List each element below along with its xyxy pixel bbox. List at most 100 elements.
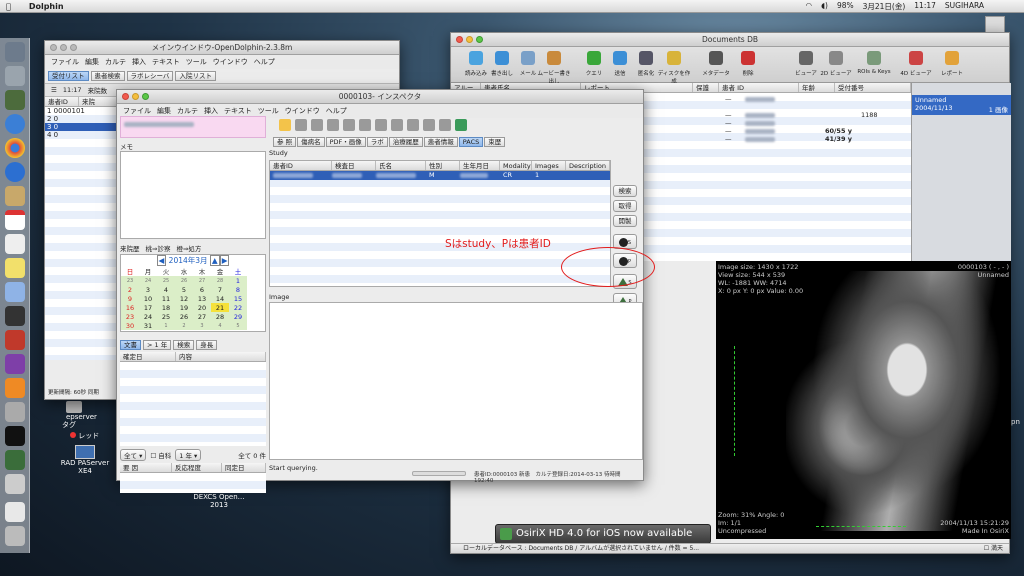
today-button[interactable]: ▲ bbox=[209, 255, 220, 266]
date-label[interactable]: 3月21日(金) bbox=[863, 1, 906, 12]
toolbar-11[interactable]: 2D ビューア bbox=[817, 49, 855, 77]
calendar-day[interactable]: 24 bbox=[139, 276, 157, 285]
calendar-icon[interactable] bbox=[5, 210, 25, 230]
menu-item[interactable]: ファイル bbox=[51, 57, 79, 67]
inspector-tab-5[interactable]: 患者情報 bbox=[423, 137, 458, 147]
terminal-icon[interactable] bbox=[5, 426, 25, 446]
inspector-tab-0[interactable]: 参 照 bbox=[273, 137, 297, 147]
launchpad-icon[interactable] bbox=[5, 66, 25, 86]
toolbar-3[interactable]: ムービー書き出し bbox=[535, 49, 573, 85]
chart-icon[interactable] bbox=[455, 119, 467, 131]
doc-tab-1[interactable]: > 1 年 bbox=[143, 340, 172, 350]
chrome-icon[interactable] bbox=[5, 138, 25, 158]
table-row[interactable]: M CR 1 bbox=[270, 171, 610, 180]
menu-item[interactable]: テキスト bbox=[224, 106, 252, 116]
contacts-icon[interactable] bbox=[5, 186, 25, 206]
print-icon[interactable] bbox=[327, 119, 339, 131]
menu-item[interactable]: ツール bbox=[186, 57, 207, 67]
inspector-tab-1[interactable]: 傷病名 bbox=[297, 137, 325, 147]
tab-main-0[interactable]: 受付リスト bbox=[48, 71, 89, 81]
menu-item[interactable]: テキスト bbox=[152, 57, 180, 67]
menu-item[interactable]: ヘルプ bbox=[326, 106, 347, 116]
calendar-day[interactable]: 5 bbox=[175, 285, 193, 294]
column-header[interactable]: 保護 bbox=[693, 83, 719, 92]
calendar-day[interactable]: 1 bbox=[229, 276, 247, 285]
calendar-day[interactable]: 13 bbox=[193, 294, 211, 303]
calendar-day[interactable]: 15 bbox=[229, 294, 247, 303]
xray-viewer[interactable]: Image size: 1430 x 1722 View size: 544 x … bbox=[716, 261, 1011, 539]
open-icon[interactable] bbox=[295, 119, 307, 131]
itunes-icon[interactable] bbox=[5, 354, 25, 374]
patient-list-icon[interactable]: ☰ bbox=[51, 86, 57, 94]
column-header[interactable]: Modality bbox=[500, 161, 532, 170]
calendar-day[interactable]: 12 bbox=[175, 294, 193, 303]
app-icon[interactable] bbox=[5, 306, 25, 326]
new-document-icon[interactable] bbox=[279, 119, 291, 131]
selected-series[interactable]: Unnamed 2004/11/13 1 画像 bbox=[912, 95, 1011, 115]
calendar-day[interactable]: 24 bbox=[139, 312, 157, 321]
calendar-day[interactable]: 6 bbox=[193, 285, 211, 294]
retrieve-button[interactable]: 取得 bbox=[613, 200, 637, 212]
main-titlebar[interactable]: メインウインドウ-OpenDolphin-2.3.8m bbox=[45, 41, 399, 55]
apple-icon[interactable]:  bbox=[6, 2, 11, 11]
menu-item[interactable]: カルテ bbox=[177, 106, 198, 116]
calendar-day[interactable]: 2 bbox=[121, 285, 139, 294]
battery-percent[interactable]: 98% bbox=[837, 1, 854, 12]
osirix-titlebar[interactable]: Documents DB bbox=[451, 33, 1009, 47]
calendar-day[interactable]: 2 bbox=[175, 321, 193, 330]
calendar-day[interactable]: 19 bbox=[175, 303, 193, 312]
calendar-day[interactable]: 17 bbox=[139, 303, 157, 312]
toolbar-7[interactable]: ディスクを作成 bbox=[655, 49, 693, 85]
inspector-tab-6[interactable]: PACS bbox=[458, 137, 484, 147]
menu-item[interactable]: 編集 bbox=[85, 57, 99, 67]
osirix-icon[interactable] bbox=[5, 450, 25, 470]
column-header[interactable]: 性別 bbox=[426, 161, 460, 170]
search-button[interactable]: 検索 bbox=[613, 185, 637, 197]
toolbar-13[interactable]: 4D ビューア bbox=[897, 49, 935, 77]
inspector-titlebar[interactable]: 0000103- インスペクタ bbox=[117, 90, 643, 104]
undo-icon[interactable] bbox=[343, 119, 355, 131]
stickies-icon[interactable] bbox=[5, 258, 25, 278]
column-header[interactable]: 受付番号 bbox=[835, 83, 911, 92]
copy-icon[interactable] bbox=[391, 119, 403, 131]
minimize-button[interactable] bbox=[60, 44, 67, 51]
calendar-day[interactable]: 3 bbox=[193, 321, 211, 330]
trash-icon[interactable] bbox=[5, 526, 25, 546]
zoom-button[interactable] bbox=[70, 44, 77, 51]
column-header[interactable]: 患者ID bbox=[270, 161, 332, 170]
calendar-day[interactable]: 26 bbox=[175, 276, 193, 285]
wifi-icon[interactable]: ◠ bbox=[806, 1, 813, 12]
minimize-button[interactable] bbox=[466, 36, 473, 43]
app-icon[interactable] bbox=[5, 90, 25, 110]
ibooks-icon[interactable] bbox=[5, 378, 25, 398]
calendar-day[interactable]: 30 bbox=[121, 321, 139, 330]
memo-textarea[interactable] bbox=[120, 151, 266, 239]
doc-tab-3[interactable]: 身長 bbox=[196, 340, 218, 350]
user-icon[interactable] bbox=[439, 119, 451, 131]
table-row[interactable]: 2 0 bbox=[45, 115, 119, 123]
calendar-day[interactable]: 4 bbox=[211, 321, 229, 330]
calendar-day[interactable]: 28 bbox=[211, 312, 229, 321]
menu-item[interactable]: ヘルプ bbox=[254, 57, 275, 67]
toolbar-14[interactable]: レポート bbox=[933, 49, 971, 77]
prev-month-button[interactable]: ◀ bbox=[156, 255, 167, 266]
table-row[interactable]: 1 0000101 bbox=[45, 107, 119, 115]
preview-icon[interactable] bbox=[5, 282, 25, 302]
calendar-day[interactable]: 25 bbox=[157, 276, 175, 285]
app-icon[interactable] bbox=[5, 474, 25, 494]
calendar-day[interactable]: 1 bbox=[157, 321, 175, 330]
close-button[interactable] bbox=[50, 44, 57, 51]
menu-item[interactable]: カルテ bbox=[105, 57, 126, 67]
zoom-button[interactable] bbox=[142, 93, 149, 100]
close-button[interactable] bbox=[122, 93, 129, 100]
calendar-day[interactable]: 7 bbox=[211, 285, 229, 294]
next-month-button[interactable]: ▶ bbox=[219, 255, 230, 266]
desktop-tag-item[interactable]: レッド bbox=[70, 431, 99, 441]
inspector-tab-4[interactable]: 治療履歴 bbox=[388, 137, 423, 147]
doc-tab-0[interactable]: 文書 bbox=[120, 340, 141, 350]
open-button[interactable]: 開製 bbox=[613, 215, 637, 227]
tab-main-1[interactable]: 患者検索 bbox=[90, 71, 125, 81]
cut-icon[interactable] bbox=[375, 119, 387, 131]
doc-tab-2[interactable]: 検索 bbox=[173, 340, 195, 350]
time-label[interactable]: 11:17 bbox=[914, 1, 936, 12]
